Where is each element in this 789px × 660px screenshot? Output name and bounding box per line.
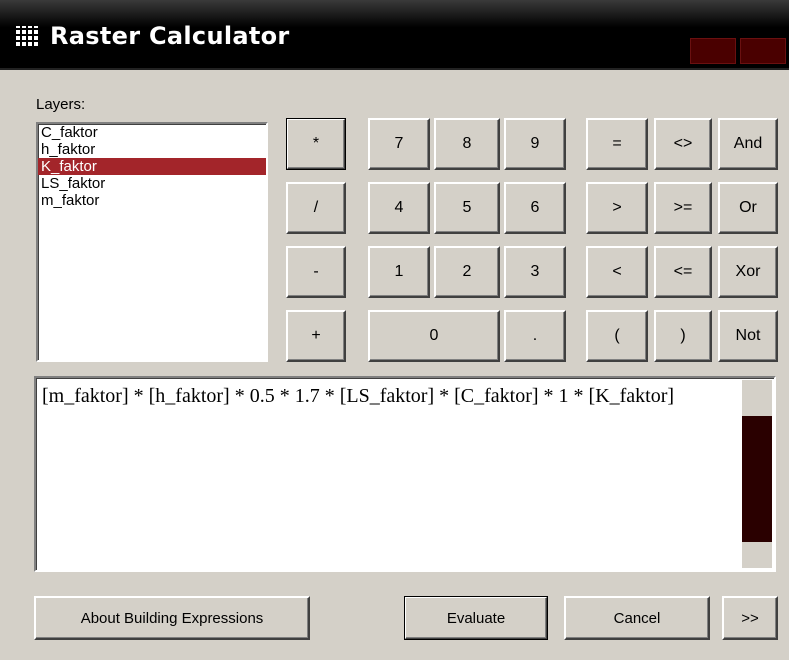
expression-textarea[interactable]: [m_faktor] * [h_faktor] * 0.5 * 1.7 * [L… (34, 376, 776, 572)
digit-4-button[interactable]: 4 (368, 182, 430, 234)
digit-0-button[interactable]: 0 (368, 310, 500, 362)
xor-button[interactable]: Xor (718, 246, 778, 298)
layers-label: Layers: (36, 96, 86, 113)
about-building-expressions-button[interactable]: About Building Expressions (34, 596, 310, 640)
greater-than-button[interactable]: > (586, 182, 648, 234)
equals-button[interactable]: = (586, 118, 648, 170)
expression-text: [m_faktor] * [h_faktor] * 0.5 * 1.7 * [L… (42, 385, 675, 407)
or-button[interactable]: Or (718, 182, 778, 234)
digit-6-button[interactable]: 6 (504, 182, 566, 234)
digit-3-button[interactable]: 3 (504, 246, 566, 298)
digit-1-button[interactable]: 1 (368, 246, 430, 298)
less-equal-button[interactable]: <= (654, 246, 712, 298)
digit-9-button[interactable]: 9 (504, 118, 566, 170)
evaluate-button[interactable]: Evaluate (404, 596, 548, 640)
decimal-button[interactable]: . (504, 310, 566, 362)
multiply-button[interactable]: * (286, 118, 346, 170)
greater-equal-button[interactable]: >= (654, 182, 712, 234)
not-button[interactable]: Not (718, 310, 778, 362)
digit-5-button[interactable]: 5 (434, 182, 500, 234)
layers-list[interactable]: C_faktor h_faktor K_faktor LS_faktor m_f… (36, 122, 268, 362)
expression-scrollbar[interactable] (742, 380, 772, 568)
layer-item[interactable]: LS_faktor (38, 175, 266, 192)
close-button[interactable] (740, 38, 786, 64)
layer-item[interactable]: m_faktor (38, 192, 266, 209)
and-button[interactable]: And (718, 118, 778, 170)
less-than-button[interactable]: < (586, 246, 648, 298)
more-options-button[interactable]: >> (722, 596, 778, 640)
minus-button[interactable]: - (286, 246, 346, 298)
help-button[interactable] (690, 38, 736, 64)
divide-button[interactable]: / (286, 182, 346, 234)
layer-item-selected[interactable]: K_faktor (38, 158, 266, 175)
digit-2-button[interactable]: 2 (434, 246, 500, 298)
layer-item[interactable]: h_faktor (38, 141, 266, 158)
title-bar[interactable]: Raster Calculator (0, 0, 789, 70)
scrollbar-thumb[interactable] (742, 416, 772, 542)
plus-button[interactable]: + (286, 310, 346, 362)
digit-7-button[interactable]: 7 (368, 118, 430, 170)
digit-8-button[interactable]: 8 (434, 118, 500, 170)
not-equal-button[interactable]: <> (654, 118, 712, 170)
layer-item[interactable]: C_faktor (38, 124, 266, 141)
raster-calculator-window: Raster Calculator Layers: C_faktor h_fak… (0, 0, 789, 660)
close-paren-button[interactable]: ) (654, 310, 712, 362)
grid-icon (16, 26, 38, 46)
cancel-button[interactable]: Cancel (564, 596, 710, 640)
window-title: Raster Calculator (50, 22, 290, 50)
open-paren-button[interactable]: ( (586, 310, 648, 362)
